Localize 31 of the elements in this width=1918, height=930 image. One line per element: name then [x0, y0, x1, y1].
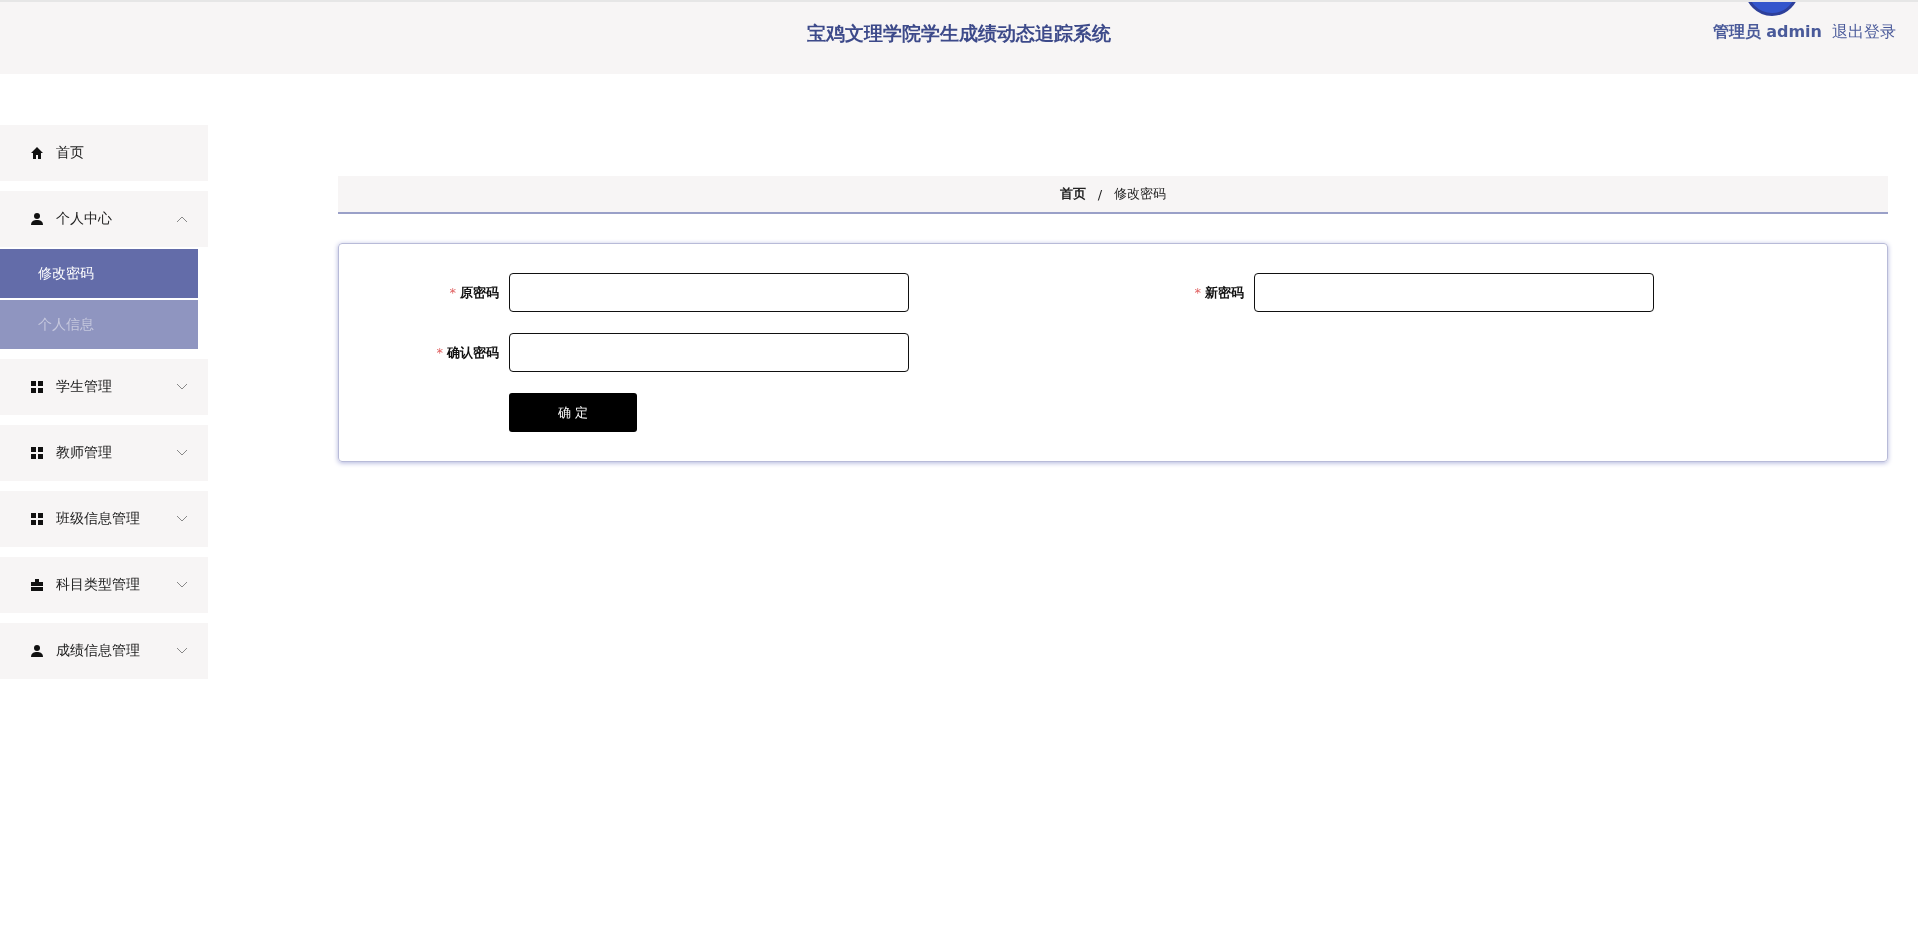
breadcrumb-item: 修改密码 [1114, 185, 1167, 203]
menu-item[interactable]: 成绩信息管理 [0, 623, 208, 679]
briefcase-icon [30, 578, 44, 592]
password-field[interactable] [1254, 273, 1654, 312]
menu-item[interactable]: 学生管理 [0, 359, 208, 415]
home-icon [30, 146, 44, 160]
breadcrumb-item[interactable]: 首页 [1059, 185, 1086, 203]
required-mark: * [436, 344, 443, 360]
field-label: * 原密码 [448, 283, 499, 302]
menu-item[interactable]: 教师管理 [0, 425, 208, 481]
password-field[interactable] [509, 333, 909, 372]
submenu-item[interactable]: 修改密码 [0, 249, 198, 298]
menu-item[interactable]: 首页 [0, 125, 208, 181]
password-field[interactable] [509, 273, 909, 312]
required-mark: * [449, 284, 456, 300]
logout-link[interactable]: 退出登录 [1832, 22, 1896, 43]
confirm-button[interactable]: 确 定 [509, 393, 637, 432]
field-label: * 新密码 [1193, 283, 1244, 302]
person-icon [30, 212, 44, 226]
person-icon [30, 644, 44, 658]
breadcrumb-separator: / [1097, 186, 1103, 202]
grid-icon [30, 380, 44, 394]
required-mark: * [1194, 284, 1201, 300]
system-title: 宝鸡文理学院学生成绩动态追踪系统 [807, 21, 1111, 46]
grid-icon [30, 512, 44, 526]
menu-item[interactable]: 科目类型管理 [0, 557, 208, 613]
user-name: 管理员 admin [1712, 22, 1822, 43]
grid-icon [30, 446, 44, 460]
field-label: * 确认密码 [435, 343, 499, 362]
menu-item[interactable]: 班级信息管理 [0, 491, 208, 547]
menu-item[interactable]: 个人中心 [0, 191, 208, 247]
